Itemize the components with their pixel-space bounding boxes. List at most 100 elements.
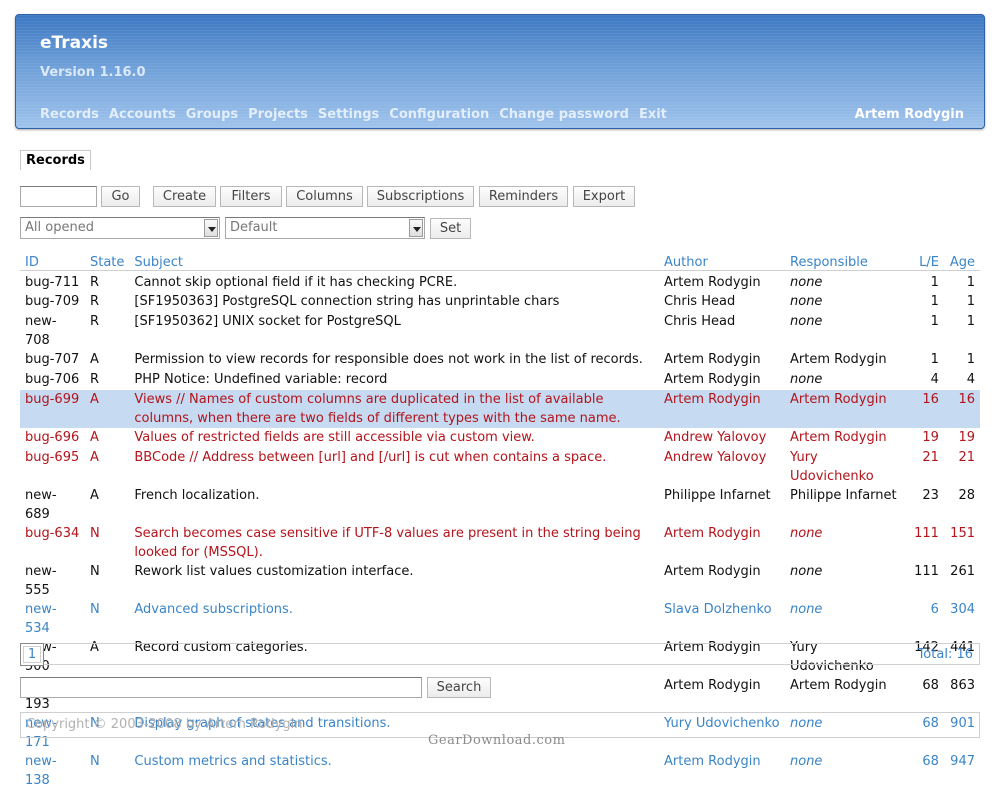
record-state: N (89, 753, 100, 769)
record-author: Chris Head (664, 293, 736, 309)
column-header-subject[interactable]: Subject (129, 250, 660, 271)
record-id: new-555 (25, 563, 57, 598)
table-row[interactable]: new-138 N Custom metrics and statistics. Ar… (20, 752, 980, 790)
record-subject: Cannot skip optional field if it has che… (134, 274, 458, 290)
record-age: 1 (966, 351, 975, 367)
current-user[interactable]: Artem Rodygin (855, 107, 964, 122)
filter-set-select[interactable]: All opened (20, 217, 220, 239)
record-le: 68 (922, 753, 939, 769)
record-age: 16 (943, 389, 980, 428)
go-button[interactable]: Go (101, 186, 140, 207)
chevron-down-icon (204, 219, 218, 237)
record-responsible: Artem Rodygin (790, 429, 887, 445)
column-header-id[interactable]: ID (20, 250, 85, 271)
search-button[interactable]: Search (427, 677, 491, 698)
set-view-button[interactable]: Set (430, 218, 471, 239)
record-le: 111 (914, 563, 939, 579)
record-subject: [SF1950362] UNIX socket for PostgreSQL (134, 313, 401, 329)
record-author: Chris Head (664, 313, 736, 329)
nav-projects[interactable]: Projects (248, 107, 308, 122)
nav-accounts[interactable]: Accounts (109, 107, 176, 122)
column-header-state[interactable]: State (84, 250, 130, 271)
app-header: eTraxis Version 1.16.0 Records Accounts … (15, 14, 985, 129)
record-subject: French localization. (134, 487, 260, 503)
columns-button[interactable]: Columns (286, 186, 363, 207)
record-state: A (84, 389, 130, 428)
record-le: 6 (930, 601, 939, 617)
quick-search-input[interactable] (20, 186, 97, 207)
tab-records[interactable]: Records (20, 150, 91, 170)
nav-groups[interactable]: Groups (186, 107, 238, 122)
record-id: bug-709 (25, 293, 80, 309)
record-id: bug-695 (25, 449, 80, 465)
pager: 1 Total: 16 (20, 643, 980, 666)
record-age: 947 (950, 753, 975, 769)
record-subject: Custom metrics and statistics. (134, 753, 332, 769)
record-state: R (89, 371, 100, 387)
nav-exit[interactable]: Exit (639, 107, 667, 122)
record-responsible: none (790, 525, 823, 541)
view-select[interactable]: Default (225, 217, 425, 239)
record-age: 261 (950, 563, 975, 579)
record-author: Artem Rodygin (664, 677, 761, 693)
record-responsible: none (790, 601, 823, 617)
table-row[interactable]: new-708 R [SF1950362] UNIX socket for Post… (20, 312, 980, 350)
table-row[interactable]: bug-707 A Permission to view records for r… (20, 350, 980, 370)
watermark: GearDownload.com (428, 733, 566, 748)
record-state: A (89, 449, 99, 465)
record-responsible: none (790, 274, 823, 290)
app-title: eTraxis (40, 33, 109, 53)
record-id: new-138 (25, 753, 57, 788)
record-state: R (89, 293, 100, 309)
nav-settings[interactable]: Settings (318, 107, 379, 122)
record-responsible: none (790, 563, 823, 579)
record-author: Slava Dolzhenko (664, 601, 772, 617)
table-row[interactable]: bug-634 N Search becomes case sensitive if… (20, 524, 980, 562)
record-id: bug-706 (25, 371, 80, 387)
record-state: N (89, 563, 100, 579)
column-header-age[interactable]: Age (943, 250, 980, 271)
record-id: new-534 (25, 601, 57, 636)
table-row[interactable]: bug-696 A Values of restricted fields are … (20, 428, 980, 448)
table-header-row: ID State Subject Author Responsible L/E … (20, 250, 980, 271)
table-row[interactable]: bug-699 A Views // Names of custom columns… (20, 389, 980, 428)
record-age: 304 (950, 601, 975, 617)
create-button[interactable]: Create (153, 186, 216, 207)
table-row[interactable]: new-534 N Advanced subscriptions. Slava Dol… (20, 600, 980, 638)
search-input[interactable] (20, 677, 422, 698)
column-header-le[interactable]: L/E (906, 250, 944, 271)
table-row[interactable]: bug-706 R PHP Notice: Undefined variable: … (20, 370, 980, 390)
column-header-responsible[interactable]: Responsible (785, 250, 907, 271)
record-responsible: Yury Udovichenko (790, 449, 874, 484)
page-1-link[interactable]: 1 (20, 643, 44, 666)
table-row[interactable]: bug-711 R Cannot skip optional field if it… (20, 270, 980, 292)
record-id: new-708 (25, 313, 57, 348)
nav-change-password[interactable]: Change password (499, 107, 629, 122)
table-row[interactable]: bug-695 A BBCode // Address between [url] … (20, 448, 980, 486)
record-subject: PHP Notice: Undefined variable: record (134, 371, 388, 387)
record-responsible: none (790, 313, 823, 329)
subscriptions-button[interactable]: Subscriptions (367, 186, 474, 207)
export-button[interactable]: Export (573, 186, 635, 207)
record-author: Artem Rodygin (659, 389, 785, 428)
record-author: Artem Rodygin (664, 753, 761, 769)
nav-records[interactable]: Records (40, 107, 99, 122)
record-id: bug-699 (20, 389, 85, 428)
record-state: A (89, 429, 99, 445)
nav-configuration[interactable]: Configuration (389, 107, 489, 122)
table-row[interactable]: new-555 N Rework list values customization… (20, 562, 980, 600)
record-le: 19 (922, 429, 939, 445)
reminders-button[interactable]: Reminders (479, 186, 568, 207)
record-state: R (89, 313, 100, 329)
column-header-author[interactable]: Author (659, 250, 785, 271)
table-row[interactable]: bug-709 R [SF1950363] PostgreSQL connectio… (20, 292, 980, 312)
record-subject: Advanced subscriptions. (134, 601, 293, 617)
record-responsible: Artem Rodygin (785, 389, 907, 428)
chevron-down-icon (409, 219, 423, 237)
record-age: 19 (958, 429, 975, 445)
record-responsible: Artem Rodygin (790, 351, 887, 367)
table-row[interactable]: new-689 A French localization. Philippe Inf… (20, 486, 980, 524)
record-author: Philippe Infarnet (664, 487, 771, 503)
record-le: 16 (906, 389, 944, 428)
filters-button[interactable]: Filters (220, 186, 282, 207)
